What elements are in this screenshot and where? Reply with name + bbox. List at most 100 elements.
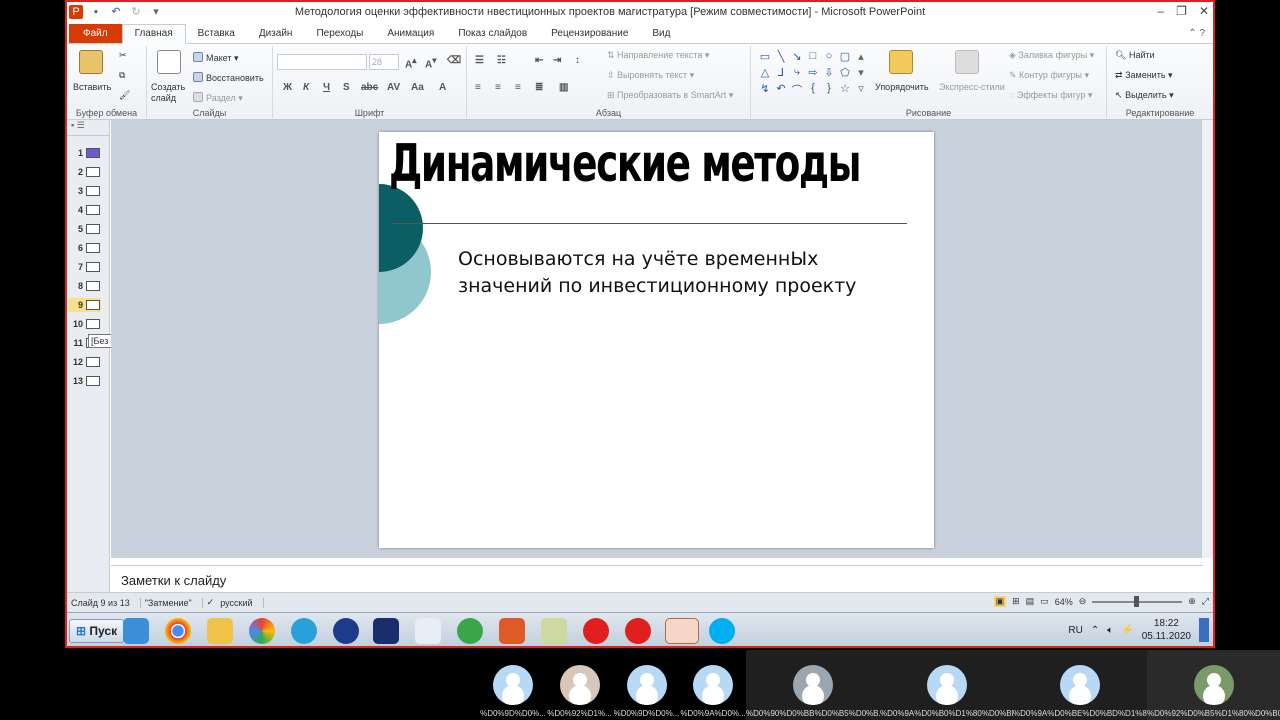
tab-file[interactable]: Файл [69,24,122,43]
smartart-button[interactable]: ⊞ Преобразовать в SmartArt ▾ [607,90,733,101]
shapes-gallery[interactable]: ▭ ╲ ↘ □ ○ ▢ ▴ △ ⅃ ⤷ ⇨ ⇩ ⬠ ▾ ↯ ↶ ⌒{} ☆ ▿ [757,50,869,98]
cut-icon[interactable]: ✂ [119,50,127,61]
font-color-icon[interactable]: A [439,82,446,93]
gallery-more-icon[interactable]: ▿ [853,82,869,98]
right-brace-shape-icon[interactable]: } [821,82,837,98]
gallery-up-icon[interactable]: ▴ [853,50,869,63]
sorter-view-icon[interactable]: ⊞ [1012,596,1020,607]
shape-outline-button[interactable]: ✎ Контур фигуры ▾ [1009,70,1089,81]
tab-design[interactable]: Дизайн [247,25,305,43]
new-slide-button[interactable]: Создать слайд [151,82,191,104]
clock[interactable]: 18:22 05.11.2020 [1142,617,1191,643]
star-shape-icon[interactable]: ☆ [837,82,853,98]
increase-indent-icon[interactable]: ⇥ [553,55,561,66]
triangle-shape-icon[interactable]: △ [757,66,773,79]
participant-tile[interactable]: %D0%9A%D0%... [680,650,746,720]
bold-icon[interactable]: Ж [283,82,292,93]
justify-icon[interactable]: ≣ [535,82,543,93]
tray-expand-icon[interactable]: ⌃ [1091,625,1099,636]
tab-home[interactable]: Главная [121,24,186,44]
vertical-scrollbar[interactable] [1201,120,1213,558]
slide-thumb-10[interactable]: 10 [69,317,101,331]
paint-icon[interactable] [291,618,317,644]
slide-thumb-2[interactable]: 2 [69,165,101,179]
find-button[interactable]: 🔍︎ Найти [1115,50,1155,61]
gallery-down-icon[interactable]: ▾ [853,66,869,79]
tab-transitions[interactable]: Переходы [304,25,375,43]
shape-fill-button[interactable]: ◈ Заливка фигуры ▾ [1009,50,1094,61]
slide-thumb-5[interactable]: 5 [69,222,101,236]
elbow-shape-icon[interactable]: ⅃ [773,66,789,79]
parrot-app-icon[interactable] [499,618,525,644]
zoom-out-icon[interactable]: ⊖ [1079,596,1087,607]
char-spacing-icon[interactable]: AV [387,82,400,93]
powerpoint-taskbar-icon[interactable] [665,618,699,644]
elbow-arrow-shape-icon[interactable]: ⤷ [789,66,805,79]
format-painter-icon[interactable]: 🖌 [119,90,130,101]
pm-icon[interactable] [373,618,399,644]
quick-styles-button[interactable]: Экспресс-стили [939,82,1005,92]
slide-thumb-1[interactable]: 1 [69,146,101,160]
line-shape-icon[interactable]: ╲ [773,50,789,63]
participant-tile[interactable]: %D0%9D%D0%... [480,650,546,720]
start-button[interactable]: ⊞ Пуск [69,619,125,643]
paste-icon[interactable] [79,50,103,74]
right-arrow-shape-icon[interactable]: ⇨ [805,66,821,79]
rectangle-shape-icon[interactable]: □ [805,50,821,63]
yandex-icon[interactable] [625,618,651,644]
grow-font-icon[interactable]: A▴ [405,55,416,70]
notes-pane[interactable]: Заметки к слайду [111,565,1203,591]
slide-thumb-9[interactable]: 9 [69,298,101,312]
align-right-icon[interactable]: ≡ [515,82,521,93]
numbering-icon[interactable]: ☷ [497,55,506,66]
strikethrough-icon[interactable]: abc [361,82,378,93]
new-slide-icon[interactable] [157,50,181,74]
screen-capture-icon[interactable] [541,618,567,644]
zoom-slider-thumb[interactable] [1134,595,1140,607]
file-explorer-icon[interactable] [207,618,233,644]
align-text-button[interactable]: ⇳ Выровнять текст ▾ [607,70,694,81]
align-left-icon[interactable]: ≡ [475,82,481,93]
change-case-icon[interactable]: Aa [411,82,424,93]
slide-thumb-7[interactable]: 7 [69,260,101,274]
textbox-shape-icon[interactable]: ▭ [757,50,773,63]
shadow-icon[interactable]: S [343,82,350,93]
slide-thumb-3[interactable]: 3 [69,184,101,198]
line-spacing-icon[interactable]: ↕ [575,55,580,66]
participant-tile[interactable]: %D0%9A%D0%BE%D0%BD%D1%8... [1013,650,1147,720]
input-language[interactable]: RU [1068,625,1082,636]
yandex-browser-icon[interactable] [583,618,609,644]
show-desktop-icon[interactable] [1199,618,1209,642]
bird-app-icon[interactable] [415,618,441,644]
slide-title[interactable]: Динамические методы [389,134,862,194]
teamspeak-icon[interactable] [333,618,359,644]
normal-view-icon[interactable]: ▣ [993,596,1007,607]
font-name-combo[interactable] [277,54,367,70]
reading-view-icon[interactable]: ▤ [1026,596,1035,607]
slide-thumb-4[interactable]: 4 [69,203,101,217]
tab-insert[interactable]: Вставка [186,25,247,43]
close-icon[interactable]: ✕ [1199,4,1209,18]
decrease-indent-icon[interactable]: ⇤ [535,55,543,66]
reset-button[interactable]: Восстановить [193,72,264,83]
clear-format-icon[interactable]: ⌫ [447,55,461,66]
curved-arrow-shape-icon[interactable]: ↯ [757,82,773,98]
align-center-icon[interactable]: ≡ [495,82,501,93]
select-button[interactable]: ↖ Выделить ▾ [1115,90,1174,101]
quick-styles-icon[interactable] [955,50,979,74]
volume-icon[interactable]: 🔈︎ [1107,625,1113,636]
participant-tile[interactable]: %D0%90%D0%BB%D0%B5%D0%B... [746,650,880,720]
arrow-line-shape-icon[interactable]: ↘ [789,50,805,63]
language-label[interactable]: русский [220,597,264,608]
shape-effects-button[interactable]: ◌ Эффекты фигур ▾ [1009,90,1092,101]
slide-thumb-8[interactable]: 8 [69,279,101,293]
participant-tile[interactable]: %D0%92%D1%... [546,650,613,720]
slide-thumb-13[interactable]: 13 [69,374,101,388]
minimize-icon[interactable]: – [1157,4,1164,18]
arrange-icon[interactable] [889,50,913,74]
chrome-icon[interactable] [165,618,191,644]
photos-icon[interactable] [249,618,275,644]
participant-tile[interactable]: %D0%9A%D0%B0%D1%80%D0%BF... [880,650,1013,720]
bullets-icon[interactable]: ☰ [475,55,484,66]
current-slide[interactable]: Динамические методы Основываются на учёт… [379,132,934,548]
